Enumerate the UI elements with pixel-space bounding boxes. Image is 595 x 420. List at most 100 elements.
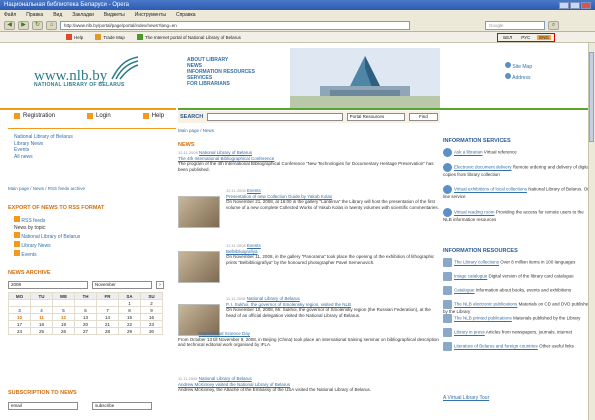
sidebar-link[interactable]: All news (14, 154, 73, 161)
rss-topic-link[interactable]: Events (14, 250, 80, 259)
calendar-day[interactable]: 1 (118, 299, 141, 307)
rss-feeds-link[interactable]: RSS feeds (14, 216, 80, 225)
news-title-link[interactable]: Events (247, 188, 261, 193)
register-button[interactable]: Registration (14, 113, 55, 119)
url-input[interactable]: http://www.nlb.by/portal/page/portal/ind… (60, 20, 410, 30)
calendar-day[interactable]: 13 (74, 313, 97, 321)
lang-en[interactable]: ENG (537, 34, 551, 40)
calendar-day[interactable]: 27 (74, 327, 97, 335)
search-input[interactable]: Google (485, 20, 545, 30)
service-link[interactable]: Virtual reading room (454, 210, 494, 215)
calendar-day[interactable]: 19 (52, 320, 75, 328)
calendar-day[interactable]: 12 (52, 313, 75, 321)
news-title-link[interactable]: National Library of Belarus (247, 296, 300, 301)
lang-be[interactable]: БЕЛ (501, 35, 514, 40)
forward-icon[interactable]: ▶ (18, 20, 29, 30)
service-link[interactable]: Ask a librarian (454, 150, 483, 155)
search-query-input[interactable] (207, 113, 343, 121)
news-thumbnail-image[interactable] (178, 196, 220, 228)
bookmark-help[interactable]: Help (60, 34, 89, 40)
calendar-day[interactable]: 18 (30, 320, 53, 328)
calendar-day[interactable]: 15 (118, 313, 141, 321)
calendar-day-header: TH (74, 292, 97, 300)
calendar-day[interactable]: 30 (140, 327, 163, 335)
service-icon (443, 148, 452, 157)
calendar-day[interactable]: 21 (96, 320, 119, 328)
lang-ru[interactable]: РУС (519, 35, 532, 40)
archive-month-select[interactable]: November (92, 281, 152, 289)
calendar-day[interactable]: 11 (30, 313, 53, 321)
resource-link[interactable]: Library in press (454, 330, 485, 335)
site-map-link[interactable]: Site Map (505, 62, 532, 73)
find-button[interactable]: Find (408, 113, 438, 121)
next-arrow-button[interactable]: › (156, 281, 164, 289)
sidebar-link[interactable]: National Library of Belarus (14, 134, 73, 141)
resource-item: The NLB printed publications Materials p… (443, 314, 593, 323)
minimize-button[interactable] (559, 1, 569, 9)
news-thumbnail-image[interactable] (178, 251, 220, 283)
resource-link[interactable]: The NLB electronic publications (454, 302, 517, 307)
reload-icon[interactable]: ↻ (32, 20, 43, 30)
menu-item-help[interactable]: Справка (176, 12, 196, 18)
menu-item-edit[interactable]: Правка (26, 12, 43, 18)
subscribe-button[interactable]: subscribe (92, 402, 152, 410)
calendar-day[interactable]: 25 (30, 327, 53, 335)
bookmark-trade-map[interactable]: Trade Map (89, 34, 131, 40)
virtual-tour-link[interactable]: A Virtual Library Tour (443, 395, 489, 401)
calendar-day[interactable]: 23 (140, 320, 163, 328)
resource-link[interactable]: Image catalogue (454, 274, 487, 279)
scrollbar-thumb[interactable] (589, 52, 594, 142)
help-button[interactable]: Help (142, 113, 164, 119)
resource-link[interactable]: The Library collections (454, 260, 499, 265)
calendar-day[interactable]: 2 (140, 299, 163, 307)
breadcrumb[interactable]: Main page / News / RSS feeds archive (8, 186, 85, 191)
calendar-day[interactable]: 4 (30, 306, 53, 314)
calendar-day[interactable]: 16 (140, 313, 163, 321)
calendar-day[interactable]: 6 (74, 306, 97, 314)
login-button[interactable]: Login (87, 113, 111, 119)
address-link[interactable]: Address (505, 73, 532, 84)
resource-link[interactable]: The NLB printed publications (454, 316, 512, 321)
menu-item-tools[interactable]: Инструменты (135, 12, 166, 18)
news-title-link[interactable]: National Library of Belarus (199, 150, 252, 155)
calendar-day[interactable]: 8 (118, 306, 141, 314)
resource-link[interactable]: Catalogue (454, 288, 475, 293)
calendar-day[interactable]: 9 (140, 306, 163, 314)
calendar-day[interactable]: 26 (52, 327, 75, 335)
subscribe-email-input[interactable]: email (8, 402, 78, 410)
search-icon[interactable]: ⌕ (548, 20, 559, 30)
home-icon[interactable]: ⌂ (46, 20, 57, 30)
news-title-link[interactable]: International Science Day (199, 331, 250, 336)
menu-item-view[interactable]: Вид (53, 12, 62, 18)
calendar-day[interactable]: 22 (118, 320, 141, 328)
calendar-day[interactable]: 17 (8, 320, 31, 328)
menu-item-bookmarks[interactable]: Закладки (72, 12, 94, 18)
menu-item-widgets[interactable]: Виджеты (104, 12, 125, 18)
calendar-day[interactable]: 10 (8, 313, 31, 321)
archive-year-select[interactable]: 2008 (8, 281, 88, 289)
calendar-day[interactable]: 14 (96, 313, 119, 321)
calendar-day[interactable]: 3 (8, 306, 31, 314)
bookmark-nlb[interactable]: The Internet portal of National Library … (131, 34, 247, 40)
service-link[interactable]: Virtual exhibitions of local collections (454, 187, 527, 192)
calendar-day[interactable]: 28 (96, 327, 119, 335)
calendar-day[interactable]: 7 (96, 306, 119, 314)
back-icon[interactable]: ◀ (4, 20, 15, 30)
main-breadcrumb[interactable]: Main page / News (178, 128, 214, 133)
calendar-day[interactable]: 20 (74, 320, 97, 328)
calendar-day[interactable]: 5 (52, 306, 75, 314)
resource-link[interactable]: Literature of Belarus and foreign countr… (454, 344, 538, 349)
calendar-day[interactable]: 24 (8, 327, 31, 335)
window-titlebar: Национальная библиотека Беларуси - Opera (0, 0, 595, 10)
calendar-day[interactable]: 29 (118, 327, 141, 335)
menu-item-file[interactable]: Файл (4, 12, 16, 18)
close-button[interactable] (581, 1, 591, 9)
news-title-link[interactable]: National Library of Belarus (199, 376, 252, 381)
service-link[interactable]: Electronic document delivery (454, 165, 512, 170)
maximize-button[interactable] (570, 1, 580, 9)
rss-topic-link[interactable]: Library News (14, 241, 80, 250)
nav-librarians[interactable]: FOR LIBRARIANS (187, 81, 255, 87)
rss-topic-link[interactable]: National Library of Belarus (14, 232, 80, 241)
search-scope-select[interactable]: Portal Resources (346, 113, 405, 121)
news-title-link[interactable]: Events (247, 243, 261, 248)
